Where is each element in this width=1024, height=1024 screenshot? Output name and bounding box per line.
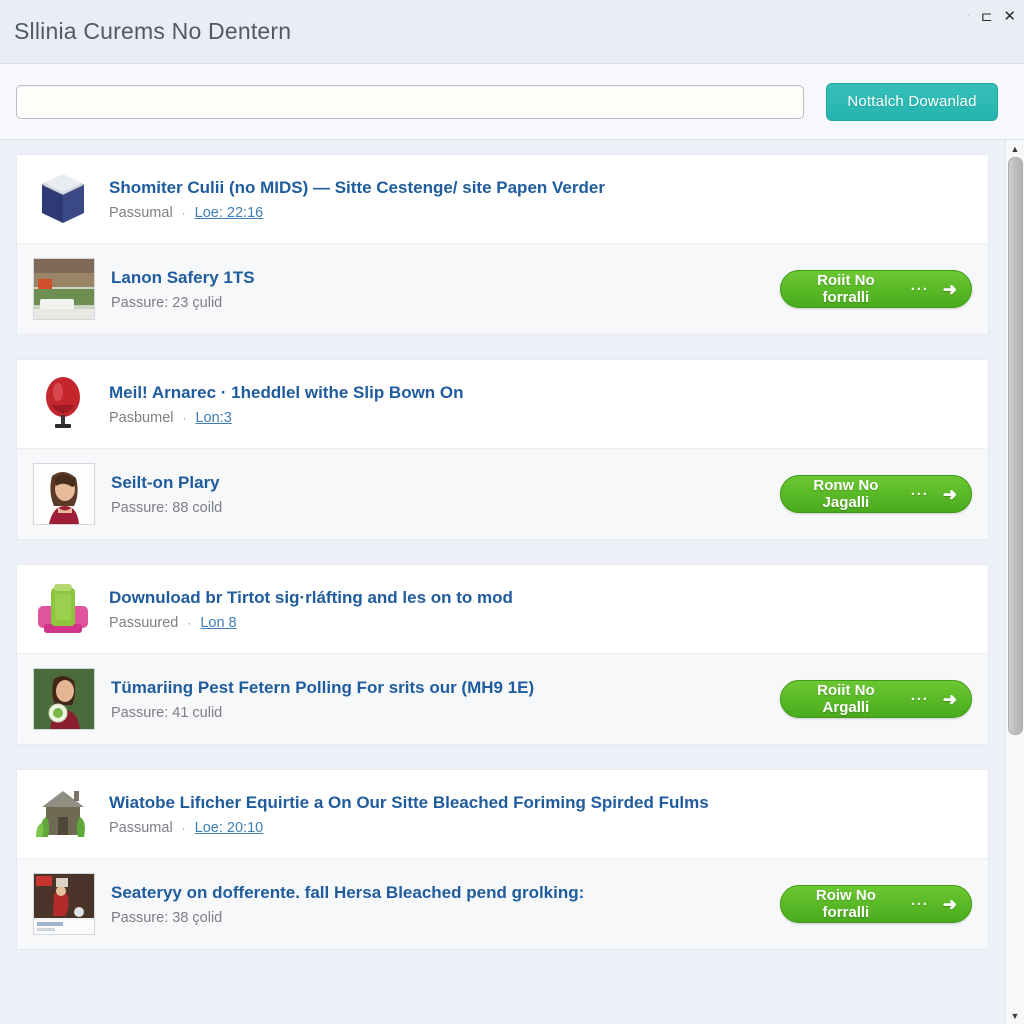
result-meta: Passuured · Lon 8 xyxy=(109,615,972,631)
result-row[interactable]: Wiatobe Lifıcher Equirtie a On Our Sitte… xyxy=(17,770,988,858)
result-row-body: Meil! Arnarec · 1heddlel withe Slip Bown… xyxy=(109,382,972,426)
row-action-button[interactable]: Roiit No forralli ··· ➜ xyxy=(780,270,972,308)
row-action-ellipsis: ··· xyxy=(910,280,929,298)
result-row-body: Downuload br Tirtot sig·rláfting and les… xyxy=(109,587,972,631)
house-with-plants-icon xyxy=(33,784,93,844)
result-title-link[interactable]: Shomiter Culii (no MIDS) — Sitte Cesteng… xyxy=(109,177,972,198)
result-group: Shomiter Culii (no MIDS) — Sitte Cesteng… xyxy=(16,154,989,335)
meta-separator-dot: · xyxy=(182,411,187,426)
result-title-link[interactable]: Downuload br Tirtot sig·rláfting and les… xyxy=(109,587,972,608)
result-row[interactable]: Shomiter Culii (no MIDS) — Sitte Cesteng… xyxy=(17,155,988,243)
result-group: Wiatobe Lifıcher Equirtie a On Our Sitte… xyxy=(16,769,989,950)
result-row-body: Shomiter Culii (no MIDS) — Sitte Cesteng… xyxy=(109,177,972,221)
minimize-icon[interactable]: · xyxy=(967,9,970,22)
result-row-body: Seilt-on Plary Passure: 88 coild xyxy=(111,472,764,516)
vertical-scrollbar[interactable]: ▲ ▼ xyxy=(1005,140,1024,1024)
row-action-label: Roiw No forralli xyxy=(815,887,876,921)
green-pink-machine-icon xyxy=(33,579,93,639)
search-bar: Nottalch Dowanlad xyxy=(0,64,1024,140)
result-meta: Passumal · Loe: 22:16 xyxy=(109,205,972,221)
result-meta: Passure: 88 coild xyxy=(111,500,764,516)
scrollbar-track[interactable] xyxy=(1006,157,1024,1007)
result-meta-label: Passure: 23 çulid xyxy=(111,295,223,312)
row-action-label: Ronw No Jagalli xyxy=(813,477,879,511)
result-meta-link[interactable]: Loe: 22:16 xyxy=(195,205,264,221)
woman-portrait-icon xyxy=(33,463,95,525)
result-meta: Passure: 23 çulid xyxy=(111,295,764,311)
result-title-link[interactable]: Lanon Safery 1TS xyxy=(111,267,764,288)
result-title-link[interactable]: Wiatobe Lifıcher Equirtie a On Our Sitte… xyxy=(109,792,972,813)
red-scene-photo-icon xyxy=(33,873,95,935)
result-meta: Passumal · Loe: 20:10 xyxy=(109,820,972,836)
page-title: Sllinia Curems No Dentern xyxy=(14,18,292,44)
arrow-right-icon: ➜ xyxy=(942,484,957,504)
result-row[interactable]: Seateryy on dofferente. fall Hersa Bleac… xyxy=(17,858,988,949)
scrollbar-thumb[interactable] xyxy=(1007,157,1023,735)
meta-separator-dot: · xyxy=(187,616,192,631)
result-meta-label: Passumal xyxy=(109,820,173,837)
row-action-ellipsis: ··· xyxy=(910,690,929,708)
row-action-ellipsis: ··· xyxy=(910,895,929,913)
row-action-button[interactable]: Roiit No Argalli ··· ➜ xyxy=(780,680,972,718)
maximize-icon[interactable]: ⊏ xyxy=(981,9,993,23)
result-meta-label: Passure: 88 coild xyxy=(111,500,223,517)
application-window: Sllinia Curems No Dentern · ⊏ ✕ Nottalch… xyxy=(0,0,1024,1024)
arrow-right-icon: ➜ xyxy=(942,689,957,709)
row-action-ellipsis: ··· xyxy=(910,485,929,503)
result-row[interactable]: Lanon Safery 1TS Passure: 23 çulid Roiit N… xyxy=(17,243,988,334)
content-area: Shomiter Culii (no MIDS) — Sitte Cesteng… xyxy=(0,140,1024,1024)
result-meta-link[interactable]: Lon 8 xyxy=(200,615,236,631)
blue-box-icon xyxy=(33,169,93,229)
result-title-link[interactable]: Seateryy on dofferente. fall Hersa Bleac… xyxy=(111,882,764,903)
result-row[interactable]: Meil! Arnarec · 1heddlel withe Slip Bown… xyxy=(17,360,988,448)
row-action-button[interactable]: Ronw No Jagalli ··· ➜ xyxy=(780,475,972,513)
result-meta-label: Passuured xyxy=(109,615,179,632)
window-controls: · ⊏ ✕ xyxy=(967,8,1016,24)
title-bar: Sllinia Curems No Dentern · ⊏ ✕ xyxy=(0,0,1024,64)
row-action-label: Roiit No forralli xyxy=(817,272,875,306)
result-title-link[interactable]: Seilt-on Plary xyxy=(111,472,764,493)
result-row[interactable]: Tümariing Pest Fetern Polling For srits … xyxy=(17,653,988,744)
woman-holding-plate-icon xyxy=(33,668,95,730)
result-row-body: Lanon Safery 1TS Passure: 23 çulid xyxy=(111,267,764,311)
meta-separator-dot: · xyxy=(181,206,186,221)
row-action-button[interactable]: Roiw No forralli ··· ➜ xyxy=(780,885,972,923)
result-meta-link[interactable]: Lon:3 xyxy=(195,410,231,426)
close-icon[interactable]: ✕ xyxy=(1003,9,1016,24)
result-group: Downuload br Tirtot sig·rláfting and les… xyxy=(16,564,989,745)
result-meta-label: Passumal xyxy=(109,205,173,222)
neighborhood-photo-icon xyxy=(33,258,95,320)
result-meta: Passure: 38 çolid xyxy=(111,910,764,926)
scroll-down-icon[interactable]: ▼ xyxy=(1005,1007,1024,1024)
result-row[interactable]: Downuload br Tirtot sig·rláfting and les… xyxy=(17,565,988,653)
arrow-right-icon: ➜ xyxy=(942,279,957,299)
red-balloon-icon xyxy=(33,374,93,434)
result-meta: Pasbumel · Lon:3 xyxy=(109,410,972,426)
arrow-right-icon: ➜ xyxy=(942,894,957,914)
result-title-link[interactable]: Meil! Arnarec · 1heddlel withe Slip Bown… xyxy=(109,382,972,403)
download-button[interactable]: Nottalch Dowanlad xyxy=(826,82,998,121)
result-row[interactable]: Seilt-on Plary Passure: 88 coild Ronw No J… xyxy=(17,448,988,539)
scroll-up-icon[interactable]: ▲ xyxy=(1005,140,1024,157)
result-group: Meil! Arnarec · 1heddlel withe Slip Bown… xyxy=(16,359,989,540)
result-meta-label: Passure: 38 çolid xyxy=(111,910,223,927)
result-meta: Passure: 41 culid xyxy=(111,705,764,721)
result-row-body: Tümariing Pest Fetern Polling For srits … xyxy=(111,677,764,721)
results-list: Shomiter Culii (no MIDS) — Sitte Cesteng… xyxy=(0,140,1005,1024)
result-meta-label: Passure: 41 culid xyxy=(111,705,223,722)
result-title-link[interactable]: Tümariing Pest Fetern Polling For srits … xyxy=(111,677,764,698)
row-action-label: Roiit No Argalli xyxy=(817,682,875,716)
result-meta-label: Pasbumel xyxy=(109,410,174,427)
search-input[interactable] xyxy=(16,84,804,119)
meta-separator-dot: · xyxy=(181,821,186,836)
result-meta-link[interactable]: Loe: 20:10 xyxy=(195,820,264,836)
result-row-body: Wiatobe Lifıcher Equirtie a On Our Sitte… xyxy=(109,792,972,836)
result-row-body: Seateryy on dofferente. fall Hersa Bleac… xyxy=(111,882,764,926)
